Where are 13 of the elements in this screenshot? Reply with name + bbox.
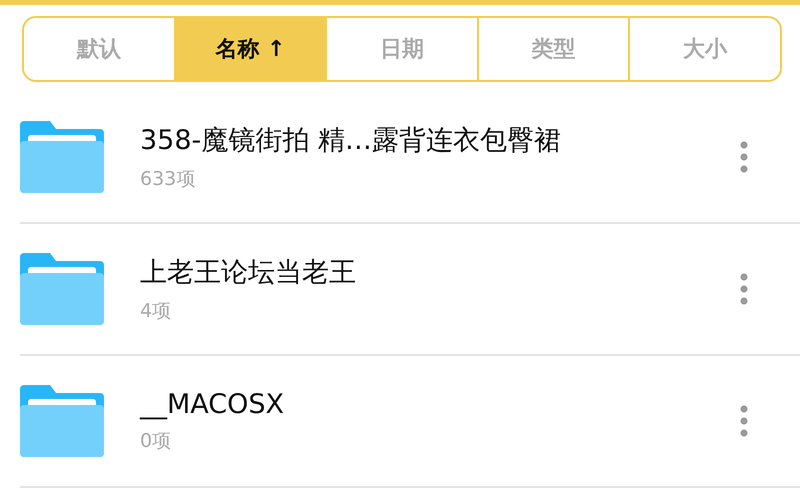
more-icon[interactable]	[740, 405, 748, 437]
more-icon[interactable]	[740, 273, 748, 305]
folder-name[interactable]: 上老王论坛当老王	[140, 254, 740, 290]
item-count: 0项	[140, 428, 172, 454]
more-icon[interactable]	[740, 141, 748, 173]
folder-icon	[20, 385, 104, 457]
item-count: 4项	[140, 299, 172, 324]
folder-icon	[20, 121, 104, 193]
sort-tab[interactable]: 名称 ↑	[174, 18, 326, 80]
folder-name[interactable]: 358-魔镜街拍 精…露背连衣包臀裙	[140, 122, 740, 158]
folder-name[interactable]: __MACOSX	[140, 388, 740, 420]
item-count: 633项	[140, 167, 196, 192]
folder-icon	[20, 253, 104, 325]
